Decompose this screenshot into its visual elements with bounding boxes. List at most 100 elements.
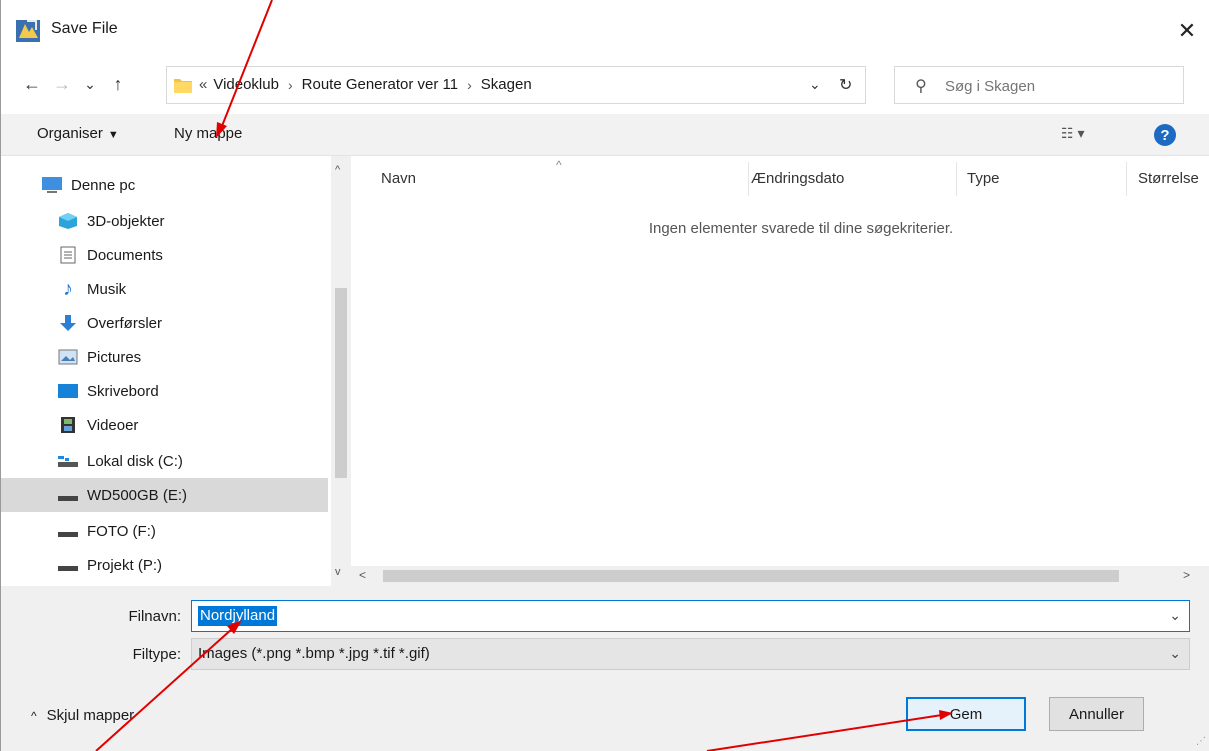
refresh-icon[interactable]: ↻ [839, 75, 852, 95]
address-bar[interactable]: « Videoklub › Route Generator ver 11 › S… [166, 66, 866, 104]
back-arrow-icon[interactable]: ← [19, 70, 45, 98]
up-arrow-icon[interactable]: ↑ [105, 70, 131, 98]
column-divider[interactable] [1126, 162, 1127, 196]
music-icon: ♪ [63, 277, 73, 300]
save-form: Filnavn: Nordjylland ⌄ Filtype: Images (… [1, 586, 1209, 751]
column-header-size[interactable]: Størrelse [1138, 170, 1199, 187]
forward-arrow-icon[interactable]: → [49, 70, 75, 98]
column-divider[interactable] [748, 162, 749, 196]
sidebar-item-pictures[interactable]: Pictures [1, 340, 328, 374]
filename-field[interactable]: Nordjylland ⌄ [191, 600, 1190, 632]
sidebar-item-local-disk-c[interactable]: Lokal disk (C:) [1, 444, 328, 478]
download-icon [57, 314, 79, 332]
drive-icon [57, 522, 79, 540]
filetype-label: Filtype: [132, 646, 181, 663]
sidebar-scroll-thumb[interactable] [335, 288, 347, 478]
sidebar-item-denne-pc[interactable]: Denne pc [1, 168, 328, 202]
sidebar-item-label: Lokal disk (C:) [87, 452, 183, 470]
breadcrumb-separator-icon: › [287, 76, 293, 93]
chevron-up-icon: ^ [31, 708, 37, 723]
monitor-icon [41, 176, 63, 194]
caret-down-icon: ▼ [107, 129, 119, 141]
folder-icon [173, 76, 193, 94]
breadcrumb: « Videoklub › Route Generator ver 11 › S… [199, 76, 532, 93]
cancel-button[interactable]: Annuller [1049, 697, 1144, 731]
close-icon[interactable]: ✕ [1170, 14, 1204, 48]
file-list-pane: ^ Navn Ændringsdato Type Størrelse Ingen… [351, 156, 1209, 586]
recent-locations-chevron-icon[interactable]: ⌄ [77, 70, 103, 98]
column-header-row: Navn Ændringsdato Type Størrelse [351, 162, 1209, 196]
sidebar-item-downloads[interactable]: Overførsler [1, 306, 328, 340]
file-list-horizontal-scrollbar[interactable]: < > [351, 566, 1209, 586]
column-header-type[interactable]: Type [967, 170, 1000, 187]
sidebar-item-desktop[interactable]: Skrivebord [1, 374, 328, 408]
title-bar: Save File ✕ [1, 0, 1209, 60]
app-icon [15, 18, 41, 44]
drive-icon [57, 556, 79, 574]
sidebar-item-label: Overførsler [87, 314, 162, 332]
hide-folders-label: Skjul mapper [46, 707, 135, 724]
hide-folders-toggle[interactable]: ^ Skjul mapper [31, 707, 134, 724]
organise-label: Organiser [37, 125, 103, 142]
sidebar-item-label: Pictures [87, 348, 142, 366]
column-header-name[interactable]: Navn [381, 170, 416, 187]
breadcrumb-separator-icon: › [467, 76, 472, 93]
organise-menu-button[interactable]: Organiser ▼ [37, 125, 119, 142]
sidebar-item-projekt-p[interactable]: Projekt (P:) [1, 548, 328, 582]
film-icon [57, 416, 79, 434]
chevron-down-icon[interactable]: ⌄ [1169, 607, 1181, 624]
sidebar-item-label: Videoer [87, 416, 139, 434]
scroll-down-icon[interactable]: v [335, 566, 341, 578]
navigation-bar: ← → ⌄ ↑ « Videoklub › Route Generator ve… [1, 62, 1209, 106]
filetype-select[interactable]: Images (*.png *.bmp *.jpg *.tif *.gif) ⌄ [191, 638, 1190, 670]
sidebar-item-label: Projekt (P:) [87, 556, 163, 574]
filename-label: Filnavn: [128, 608, 181, 625]
sidebar-item-documents[interactable]: Documents [1, 238, 328, 272]
sidebar-item-label: 3D-objekter [87, 212, 165, 230]
search-input[interactable] [945, 74, 1170, 98]
breadcrumb-overflow-icon[interactable]: « [199, 76, 207, 93]
sidebar-item-label: Skrivebord [87, 382, 159, 400]
breadcrumb-item-videoklub[interactable]: Videoklub [213, 76, 279, 93]
desktop-icon [57, 382, 79, 400]
search-box[interactable]: ⚲ [894, 66, 1184, 104]
new-folder-button[interactable]: Ny mappe [174, 125, 242, 142]
breadcrumb-item-route-generator[interactable]: Route Generator ver 11 [302, 76, 458, 93]
address-dropdown-icon[interactable]: ⌄ [809, 76, 821, 93]
drive-c-icon [57, 452, 79, 470]
sidebar-item-label: FOTO (F:) [87, 522, 156, 540]
document-icon [57, 246, 79, 264]
breadcrumb-item-skagen[interactable]: Skagen [481, 76, 532, 93]
sidebar-item-foto-f[interactable]: FOTO (F:) [1, 514, 328, 548]
search-icon: ⚲ [915, 78, 927, 95]
empty-results-message: Ingen elementer svarede til dine søgekri… [648, 220, 954, 237]
pictures-icon [57, 348, 79, 366]
sidebar-scrollbar[interactable]: ^ v [331, 156, 351, 586]
horizontal-scroll-thumb[interactable] [383, 570, 1119, 582]
sidebar-item-3d-objects[interactable]: 3D-objekter [1, 204, 328, 238]
resize-grip-icon[interactable]: ⋰ [1196, 736, 1206, 747]
sidebar-item-label: WD500GB (E:) [87, 486, 188, 504]
sidebar-item-music[interactable]: ♪ Musik [1, 272, 328, 306]
sidebar-item-label: Denne pc [71, 176, 136, 194]
navigation-pane: Denne pc 3D-objekter Documents ♪ Musik O… [1, 156, 351, 586]
scroll-right-icon[interactable]: > [1183, 568, 1190, 582]
column-header-modified[interactable]: Ændringsdato [751, 170, 844, 187]
cube-icon [57, 212, 79, 230]
sidebar-item-wd500gb-e[interactable]: WD500GB (E:) [1, 478, 328, 512]
filename-value[interactable]: Nordjylland [198, 606, 278, 626]
sidebar-item-videos[interactable]: Videoer [1, 408, 328, 442]
scroll-up-icon[interactable]: ^ [335, 164, 340, 176]
command-bar: Organiser ▼ Ny mappe ☷ ▾ ? [1, 114, 1209, 156]
help-icon[interactable]: ? [1154, 124, 1176, 146]
save-button[interactable]: Gem [906, 697, 1026, 731]
chevron-down-icon[interactable]: ⌄ [1169, 645, 1181, 662]
column-divider[interactable] [956, 162, 957, 196]
view-options-icon[interactable]: ☷ ▾ [1061, 125, 1084, 142]
sidebar-item-label: Musik [87, 280, 127, 298]
window-title: Save File [51, 20, 118, 37]
sidebar-item-label: Documents [87, 246, 163, 264]
scroll-left-icon[interactable]: < [359, 568, 366, 582]
filetype-value: Images (*.png *.bmp *.jpg *.tif *.gif) [198, 645, 430, 662]
save-file-dialog: Save File ✕ ← → ⌄ ↑ « Videoklub › Route … [0, 0, 1209, 751]
